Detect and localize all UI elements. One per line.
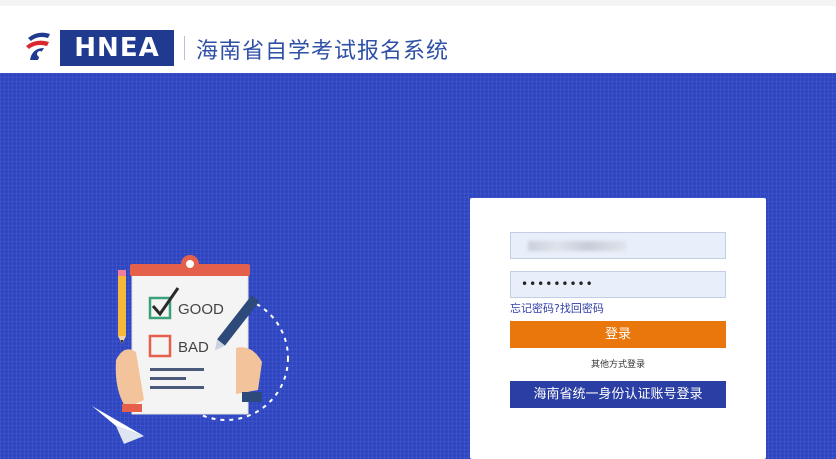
forgot-password-link[interactable]: 忘记密码?找回密码 [510, 300, 604, 316]
blurred-username [528, 241, 626, 251]
password-input[interactable]: ••••••••• [510, 271, 726, 298]
checklist-illustration: GOOD BAD [92, 255, 289, 444]
login-card: ••••••••• 忘记密码?找回密码 登录 其他方式登录 海南省统一身份认证账… [470, 198, 766, 459]
right-hand [236, 347, 262, 394]
logo-divider [184, 36, 185, 60]
site-header: HNEA 海南省自学考试报名系统 [0, 0, 836, 73]
login-button[interactable]: 登录 [510, 321, 726, 348]
good-label: GOOD [178, 301, 224, 318]
other-login-methods-label: 其他方式登录 [590, 360, 645, 370]
hnea-emblem-icon [26, 32, 50, 60]
logo-text: HNEA [60, 30, 174, 66]
pencil-icon [118, 270, 126, 344]
unified-identity-login-button[interactable]: 海南省统一身份认证账号登录 [510, 381, 726, 408]
bad-label: BAD [178, 339, 209, 356]
page-title: 海南省自学考试报名系统 [196, 39, 450, 64]
